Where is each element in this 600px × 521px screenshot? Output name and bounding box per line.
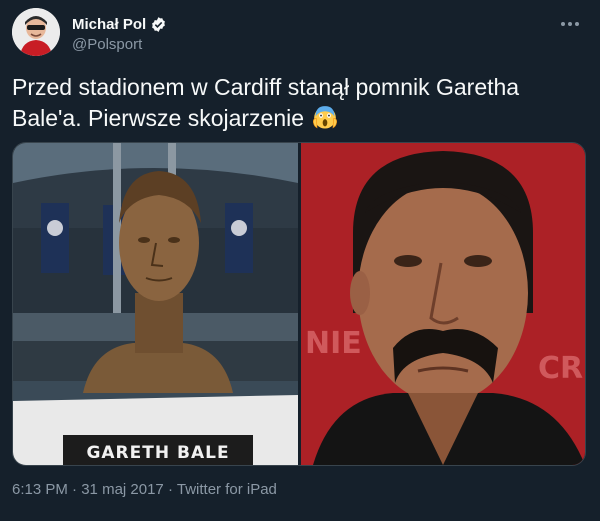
meta-separator: · [72,481,78,498]
more-options-icon[interactable] [558,14,582,34]
tweet-meta: 6:13 PM · 31 maj 2017 · Twitter for iPad [12,481,277,498]
tweet-text: Przed stadionem w Cardiff stanął pomnik … [12,72,572,134]
meta-separator: · [167,481,173,498]
tweet-source[interactable]: Twitter for iPad [177,481,277,498]
face-screaming-in-fear-emoji [313,106,338,129]
author-handle[interactable]: @Polsport [72,36,142,53]
banner-text-left: NIE [305,326,362,361]
tweet-media[interactable]: GARETH BALE NIE CR [12,142,586,466]
tweet-text-line1: Przed stadionem w Cardiff stanął pomnik … [12,74,520,100]
statue-plate-text: GARETH BALE [86,443,229,463]
tweet-text-line2: Bale'a. Pierwsze skojarzenie [12,105,305,131]
avatar[interactable] [12,8,60,56]
statue-photo[interactable]: GARETH BALE [13,143,298,465]
banner-text-right: CR [538,351,583,386]
author-name[interactable]: Michał Pol [72,16,146,33]
verified-badge-icon [152,17,166,32]
tweet-date[interactable]: 31 maj 2017 [81,481,164,498]
portrait-photo[interactable]: NIE CR [301,143,585,465]
tweet-header: Michał Pol @Polsport [12,8,588,58]
tweet-time[interactable]: 6:13 PM [12,481,68,498]
